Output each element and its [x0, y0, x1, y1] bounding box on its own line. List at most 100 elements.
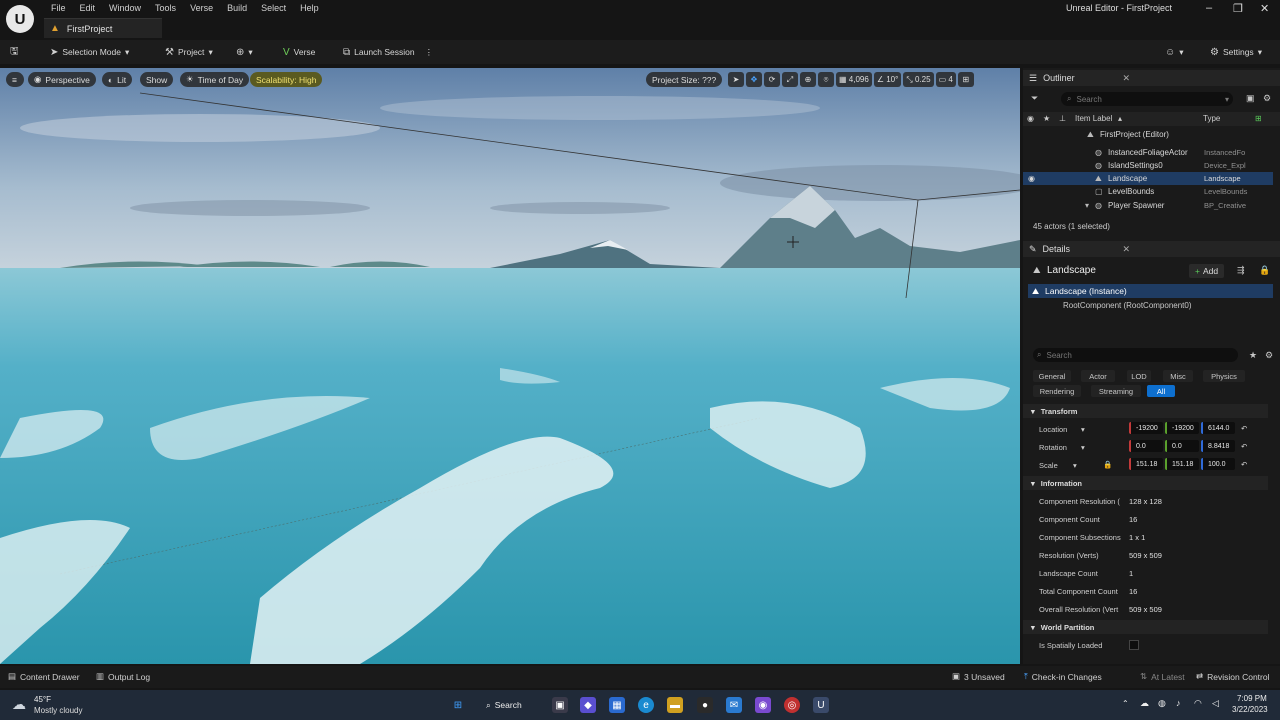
mail-icon[interactable]: ✉: [726, 697, 742, 713]
menu-help[interactable]: Help: [293, 0, 326, 16]
menu-tools[interactable]: Tools: [148, 0, 183, 16]
save-icon[interactable]: 🖫: [10, 44, 19, 61]
grid-snap-button[interactable]: ▦ 4,096: [836, 72, 872, 87]
scale-x-field[interactable]: 151.18: [1129, 458, 1163, 470]
task-view-icon[interactable]: ▣: [552, 697, 568, 713]
eye-icon[interactable]: ◉: [1028, 174, 1035, 183]
information-section[interactable]: ▾ Information: [1023, 476, 1268, 490]
lit-button[interactable]: ◐ Lit: [102, 72, 133, 87]
reset-icon[interactable]: ↶: [1241, 442, 1247, 451]
filter-misc[interactable]: Misc: [1163, 370, 1193, 382]
check-in-button[interactable]: ⤒ Check-in Changes: [1024, 671, 1102, 682]
tree-row[interactable]: ◍ InstancedFoliageActor InstancedFo: [1023, 146, 1273, 159]
rotation-x-field[interactable]: 0.0: [1129, 440, 1163, 452]
clock-date[interactable]: 3/22/2023: [1232, 705, 1268, 714]
rotation-z-field[interactable]: 8.8418: [1201, 440, 1235, 452]
viewport-menu-button[interactable]: ≡: [6, 72, 24, 87]
scale-snap-button[interactable]: ⤡ 0.25: [903, 72, 934, 87]
chrome-icon[interactable]: ◎: [784, 697, 800, 713]
launch-session-button[interactable]: ⧉ Launch Session ⋮: [343, 44, 433, 60]
settings-button[interactable]: ⚙ Settings ▾: [1210, 44, 1262, 60]
chevron-down-icon[interactable]: ▾: [1081, 425, 1085, 434]
menu-verse[interactable]: Verse: [183, 0, 220, 16]
expand-icon[interactable]: ▾: [1085, 201, 1089, 210]
close-icon[interactable]: ✕: [1122, 73, 1130, 84]
tree-row-selected[interactable]: ◉ ⛰ Landscape Landscape: [1023, 172, 1273, 185]
folder-icon[interactable]: ▬: [667, 697, 683, 713]
time-of-day-button[interactable]: ☀ Time of Day: [180, 72, 250, 87]
scale-z-field[interactable]: 100.0: [1201, 458, 1235, 470]
world-local-icon[interactable]: ⊕: [800, 72, 816, 87]
menu-window[interactable]: Window: [102, 0, 148, 16]
column-item-label[interactable]: Item Label: [1075, 114, 1112, 123]
project-size-button[interactable]: Project Size: ???: [646, 72, 723, 87]
menu-file[interactable]: File: [44, 0, 73, 16]
unreal-taskbar-icon[interactable]: U: [813, 697, 829, 713]
start-icon[interactable]: ⊞: [450, 697, 466, 713]
at-latest-button[interactable]: ⇅ At Latest: [1140, 671, 1185, 682]
tree-row-world[interactable]: ⛰ FirstProject (Editor): [1023, 128, 1273, 141]
component-instance-row[interactable]: ⛰ Landscape (Instance): [1028, 284, 1273, 298]
add-column-icon[interactable]: ⊞: [1255, 114, 1262, 123]
perspective-button[interactable]: ◉ Perspective: [28, 72, 96, 87]
teams-icon[interactable]: ◉: [755, 697, 771, 713]
tray-chevron-icon[interactable]: ⌃: [1122, 699, 1129, 708]
component-root-row[interactable]: RootComponent (RootComponent0): [1028, 301, 1273, 314]
wifi-icon[interactable]: ◠: [1194, 698, 1202, 709]
spatially-loaded-checkbox[interactable]: [1129, 640, 1139, 650]
more-options-icon[interactable]: ⋮: [425, 47, 434, 58]
selection-mode-button[interactable]: ➤ Selection Mode ▾: [50, 44, 129, 60]
filter-icon[interactable]: ⏷: [1031, 93, 1038, 104]
unsaved-button[interactable]: ▣ 3 Unsaved: [952, 671, 1005, 682]
chat-icon[interactable]: ◆: [580, 697, 596, 713]
rotation-snap-button[interactable]: ∠ 10°: [873, 72, 902, 87]
move-tool-icon[interactable]: ✥: [746, 72, 762, 87]
pin-icon[interactable]: ⊥: [1059, 114, 1066, 123]
lock-icon[interactable]: 🔒: [1259, 265, 1270, 276]
close-icon[interactable]: ✕: [1122, 244, 1130, 255]
verse-button[interactable]: V Verse: [283, 44, 315, 60]
maximize-viewport-icon[interactable]: ⊞: [957, 72, 974, 87]
details-tab[interactable]: ✎ Details ✕: [1023, 241, 1280, 257]
filter-streaming[interactable]: Streaming: [1091, 385, 1141, 397]
star-icon[interactable]: ★: [1043, 114, 1050, 123]
location-y-field[interactable]: -19200: [1165, 422, 1199, 434]
filter-general[interactable]: General: [1033, 370, 1071, 382]
minimize-icon[interactable]: –: [1206, 2, 1212, 14]
tree-row[interactable]: ▾ ◍ Player Spawner BP_Creative: [1023, 199, 1273, 212]
chevron-down-icon[interactable]: ▾: [1081, 443, 1085, 452]
column-type[interactable]: Type: [1203, 114, 1220, 123]
transform-section[interactable]: ▾ Transform: [1023, 404, 1268, 418]
outliner-tab[interactable]: ☰ Outliner ✕: [1023, 70, 1280, 86]
menu-select[interactable]: Select: [254, 0, 293, 16]
camera-speed-button[interactable]: ▭ 4: [935, 72, 956, 87]
scalability-badge[interactable]: Scalability: High: [250, 72, 323, 87]
star-icon[interactable]: ★: [1249, 350, 1257, 361]
edge-icon[interactable]: e: [638, 697, 654, 713]
taskbar-search-button[interactable]: ⌕ Search: [486, 698, 522, 712]
filter-actor[interactable]: Actor: [1081, 370, 1115, 382]
surface-snap-icon[interactable]: ⌾: [818, 72, 834, 87]
filter-rendering[interactable]: Rendering: [1033, 385, 1081, 397]
users-button[interactable]: ☺ ▾: [1165, 44, 1184, 60]
menu-edit[interactable]: Edit: [73, 0, 103, 16]
calendar-icon[interactable]: ▦: [609, 697, 625, 713]
lock-icon[interactable]: 🔒: [1103, 460, 1112, 469]
outliner-search-input[interactable]: ⌕ Search ▾: [1061, 92, 1233, 106]
location-x-field[interactable]: -19200: [1129, 422, 1163, 434]
project-button[interactable]: ⚒ Project ▾: [165, 44, 213, 60]
reset-icon[interactable]: ↶: [1241, 460, 1247, 469]
gear-icon[interactable]: ⚙: [1265, 350, 1273, 361]
details-search-input[interactable]: ⌕ Search: [1033, 348, 1238, 362]
gear-icon[interactable]: ⚙: [1263, 93, 1271, 104]
scale-y-field[interactable]: 151.18: [1165, 458, 1199, 470]
output-log-button[interactable]: ▥ Output Log: [96, 671, 150, 682]
show-button[interactable]: Show: [140, 72, 174, 87]
close-icon[interactable]: ✕: [1260, 2, 1269, 15]
tree-row[interactable]: ▢ LevelBounds LevelBounds: [1023, 185, 1273, 198]
volume-icon[interactable]: ◁: [1212, 698, 1219, 709]
tray-app-icon[interactable]: ◍: [1158, 698, 1166, 709]
world-partition-section[interactable]: ▾ World Partition: [1023, 620, 1268, 634]
eye-icon[interactable]: ◉: [1027, 114, 1034, 123]
reset-icon[interactable]: ↶: [1241, 424, 1247, 433]
